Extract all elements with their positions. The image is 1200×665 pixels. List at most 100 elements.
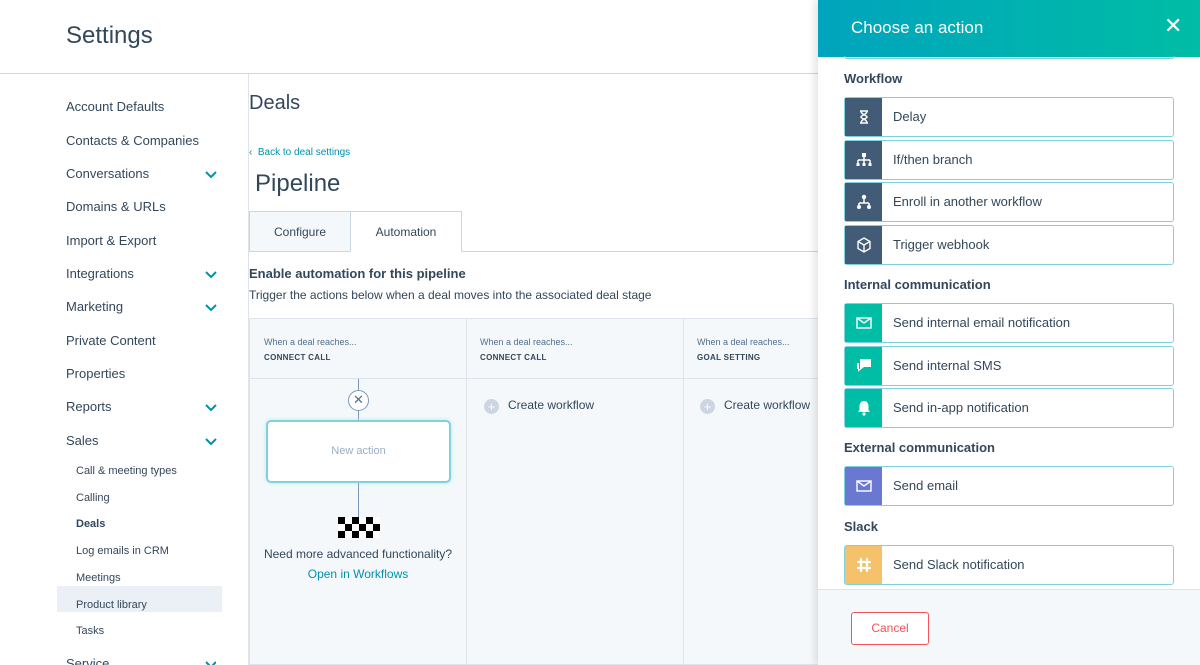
action-label: Send in-app notification <box>893 400 1029 415</box>
tab-configure[interactable]: Configure <box>249 211 351 252</box>
sidebar-item-label: Conversations <box>66 166 150 181</box>
chevron-down-icon <box>205 304 217 312</box>
section-heading-external-communication: External communication <box>844 440 995 455</box>
create-workflow-button[interactable]: + Create workflow <box>700 397 811 414</box>
envelope-icon <box>845 467 882 505</box>
column-divider <box>683 319 684 665</box>
sidebar-item-marketing[interactable]: Marketing <box>66 297 217 317</box>
sidebar-item-private-content[interactable]: Private Content <box>66 331 216 351</box>
finish-flag-icon <box>338 517 380 538</box>
create-workflow-button[interactable]: + Create workflow <box>484 397 595 414</box>
stage-name: CONNECT CALL <box>264 353 331 362</box>
sidebar-item-label: Private Content <box>66 333 156 348</box>
sidebar-item-label: Contacts & Companies <box>66 133 199 148</box>
action-label: Send internal SMS <box>893 358 1002 373</box>
action-trigger-webhook[interactable]: Trigger webhook <box>844 225 1174 265</box>
sidebar-subitem-call-meeting-types[interactable]: Call & meeting types <box>76 462 177 480</box>
sidebar-item-import-export[interactable]: Import & Export <box>66 231 216 251</box>
sidebar-item-label: Account Defaults <box>66 99 165 114</box>
cancel-button[interactable]: Cancel <box>851 612 929 645</box>
create-workflow-label: Create workflow <box>508 398 595 412</box>
flow-connector <box>358 483 359 517</box>
section-heading-workflow: Workflow <box>844 71 903 86</box>
sidebar-item-conversations[interactable]: Conversations <box>66 164 217 184</box>
create-workflow-label: Create workflow <box>724 398 811 412</box>
chat-icon <box>845 347 882 385</box>
chevron-down-icon <box>205 171 217 179</box>
open-in-workflows-link[interactable]: Open in Workflows <box>250 567 466 581</box>
advanced-functionality-text: Need more advanced functionality? <box>263 547 453 561</box>
sidebar-item-account-defaults[interactable]: Account Defaults <box>66 97 216 117</box>
hourglass-icon <box>845 98 882 136</box>
sidebar-item-label: Domains & URLs <box>66 199 166 214</box>
action-send-email[interactable]: Send email <box>844 466 1174 506</box>
back-to-deal-settings-link[interactable]: ‹ Back to deal settings <box>249 147 350 158</box>
panel-footer: Cancel <box>818 589 1200 665</box>
tab-underline <box>462 251 822 252</box>
sidebar-item-reports[interactable]: Reports <box>66 397 217 417</box>
stage-when-label: When a deal reaches... <box>697 337 790 347</box>
section-heading-internal-communication: Internal communication <box>844 277 991 292</box>
action-label: Delay <box>893 109 927 124</box>
sidebar-item-sales[interactable]: Sales <box>66 431 217 451</box>
new-action-card[interactable]: New action <box>266 420 451 483</box>
settings-sidebar: Account Defaults Contacts & Companies Co… <box>0 74 230 665</box>
plus-circle-icon: + <box>484 399 499 414</box>
close-icon[interactable]: ✕ <box>1164 15 1182 37</box>
sidebar-item-label: Integrations <box>66 266 134 281</box>
stage-when-label: When a deal reaches... <box>264 337 357 347</box>
section-title: Deals <box>249 92 301 114</box>
sidebar-item-label: Marketing <box>66 299 124 314</box>
action-label: Trigger webhook <box>893 237 990 252</box>
sidebar-subitem-log-emails[interactable]: Log emails in CRM <box>76 542 169 560</box>
chevron-left-icon: ‹ <box>249 147 258 158</box>
sidebar-item-integrations[interactable]: Integrations <box>66 264 217 284</box>
plus-circle-icon: + <box>700 399 715 414</box>
sidebar-item-contacts-companies[interactable]: Contacts & Companies <box>66 131 216 151</box>
action-label: Send email <box>893 478 959 493</box>
stage-when-label: When a deal reaches... <box>480 337 573 347</box>
chevron-down-icon <box>205 438 217 446</box>
stage-name: GOAL SETTING <box>697 353 761 362</box>
sidebar-subitem-calling[interactable]: Calling <box>76 489 110 507</box>
close-icon[interactable]: ✕ <box>348 390 369 411</box>
back-link-label: Back to deal settings <box>257 147 351 158</box>
automation-subtext: Trigger the actions below when a deal mo… <box>249 288 652 302</box>
action-send-internal-sms[interactable]: Send internal SMS <box>844 346 1174 386</box>
sidebar-item-properties[interactable]: Properties <box>66 364 216 384</box>
stage-name: CONNECT CALL <box>480 353 547 362</box>
stage-board: When a deal reaches... CONNECT CALL ✕ Ne… <box>249 318 820 665</box>
sidebar-item-domains-urls[interactable]: Domains & URLs <box>66 197 216 217</box>
action-label: If/then branch <box>893 152 973 167</box>
sidebar-item-label: Reports <box>66 399 112 414</box>
sidebar-item-label: Service <box>66 656 110 665</box>
search-input[interactable] <box>844 56 1175 59</box>
sidebar-subitem-meetings[interactable]: Meetings <box>76 569 121 587</box>
bell-icon <box>845 389 882 427</box>
sidebar-subitem-deals[interactable]: Deals <box>76 515 105 533</box>
action-if-then-branch[interactable]: If/then branch <box>844 140 1174 180</box>
page-header-title: Settings <box>66 22 153 49</box>
page-title: Pipeline <box>255 170 341 197</box>
action-send-internal-email-notification[interactable]: Send internal email notification <box>844 303 1174 343</box>
sidebar-subitem-tasks[interactable]: Tasks <box>76 622 104 640</box>
sidebar-item-label: Sales <box>66 433 99 448</box>
chevron-down-icon <box>205 271 217 279</box>
sidebar-item-label: Import & Export <box>66 233 157 248</box>
tab-automation[interactable]: Automation <box>350 211 462 252</box>
sidebar-item-service[interactable]: Service <box>66 654 216 665</box>
action-enroll-in-another-workflow[interactable]: Enroll in another workflow <box>844 182 1174 222</box>
section-heading-slack: Slack <box>844 519 878 534</box>
action-send-slack-notification[interactable]: Send Slack notification <box>844 545 1174 585</box>
choose-action-panel: Choose an action ✕ Workflow Delay If/the… <box>818 0 1200 665</box>
cube-icon <box>845 226 882 264</box>
sidebar-subitem-product-library[interactable]: Product library <box>76 596 147 614</box>
action-delay[interactable]: Delay <box>844 97 1174 137</box>
action-label: Send Slack notification <box>893 557 1025 572</box>
workflow-icon <box>845 183 882 221</box>
branch-icon <box>845 141 882 179</box>
action-send-in-app-notification[interactable]: Send in-app notification <box>844 388 1174 428</box>
chevron-down-icon <box>205 404 217 412</box>
sidebar-item-label: Properties <box>66 366 126 381</box>
chevron-down-icon <box>205 661 216 665</box>
